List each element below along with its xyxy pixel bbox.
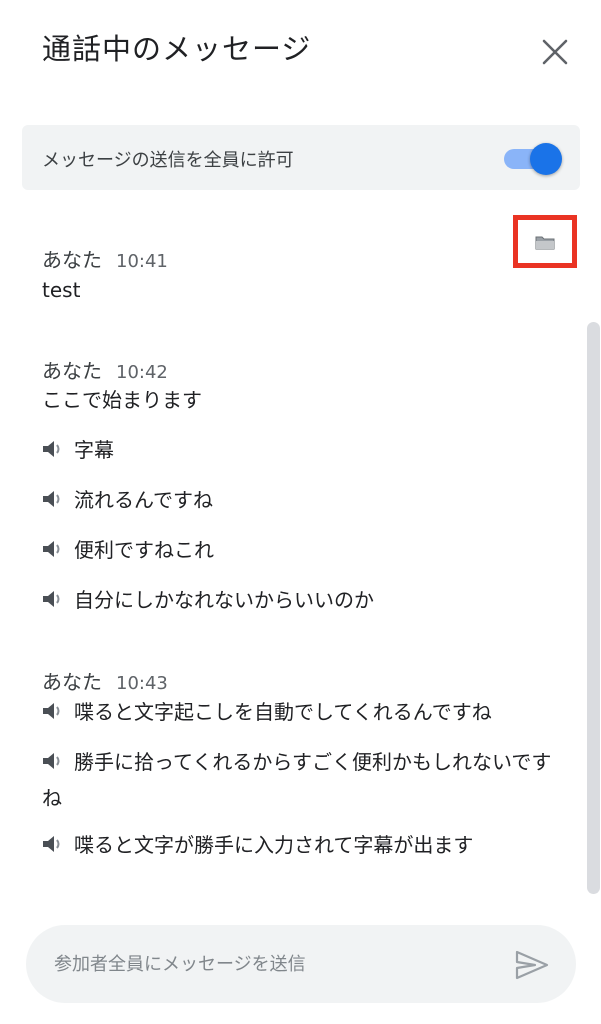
message-header: あなた 10:43 (42, 666, 168, 695)
chat-panel: 通話中のメッセージ メッセージの送信を全員に許可 あなた 10:41 test あ… (0, 0, 601, 1024)
message-text: test (42, 278, 81, 302)
sender-name: あなた (42, 670, 102, 694)
allow-messages-label: メッセージの送信を全員に許可 (42, 150, 294, 171)
panel-title: 通話中のメッセージ (42, 32, 312, 66)
speaker-icon (42, 435, 68, 469)
send-button[interactable] (512, 945, 552, 985)
caption-line: 勝手に拾ってくれるからすごく便利かもしれないですね (42, 745, 562, 815)
message-composer (26, 925, 576, 1003)
speaker-icon (42, 697, 68, 731)
pin-message-button[interactable] (513, 215, 577, 268)
message-input[interactable] (52, 943, 496, 985)
caption-text: 喋ると文字起こしを自動でしてくれるんですね (74, 700, 492, 724)
caption-text: 流れるんですね (74, 488, 213, 512)
caption-line: 流れるんですね (42, 483, 213, 519)
caption-line: 喋ると文字が勝手に入力されて字幕が出ます (42, 828, 473, 864)
message-text: ここで始まります (42, 388, 202, 412)
send-icon (515, 950, 549, 980)
folder-icon (535, 236, 555, 249)
speaker-icon (42, 585, 68, 619)
message-time: 10:41 (116, 251, 168, 272)
caption-line: 便利ですねこれ (42, 533, 214, 569)
speaker-icon (42, 535, 68, 569)
sender-name: あなた (42, 248, 102, 272)
caption-text: 便利ですねこれ (74, 538, 214, 562)
message-time: 10:43 (116, 673, 168, 694)
speaker-icon (42, 830, 68, 864)
allow-messages-toggle[interactable] (500, 141, 562, 175)
close-icon (542, 39, 568, 65)
message-time: 10:42 (116, 362, 168, 383)
sender-name: あなた (42, 359, 102, 383)
toggle-knob (530, 143, 562, 175)
caption-line: 喋ると文字起こしを自動でしてくれるんですね (42, 695, 492, 731)
caption-line: 字幕 (42, 433, 114, 469)
caption-text: 勝手に拾ってくれるからすごく便利かもしれないですね (42, 750, 552, 810)
caption-text: 自分にしかなれないからいいのか (74, 588, 374, 612)
message-header: あなた 10:41 (42, 244, 168, 273)
caption-text: 喋ると文字が勝手に入力されて字幕が出ます (74, 833, 474, 857)
speaker-icon (42, 747, 68, 781)
message-header: あなた 10:42 (42, 355, 168, 384)
caption-line: 自分にしかなれないからいいのか (42, 583, 374, 619)
speaker-icon (42, 485, 68, 519)
close-button[interactable] (535, 32, 575, 72)
allow-messages-setting: メッセージの送信を全員に許可 (22, 125, 580, 190)
caption-text: 字幕 (74, 438, 114, 462)
scrollbar-thumb[interactable] (587, 322, 600, 894)
